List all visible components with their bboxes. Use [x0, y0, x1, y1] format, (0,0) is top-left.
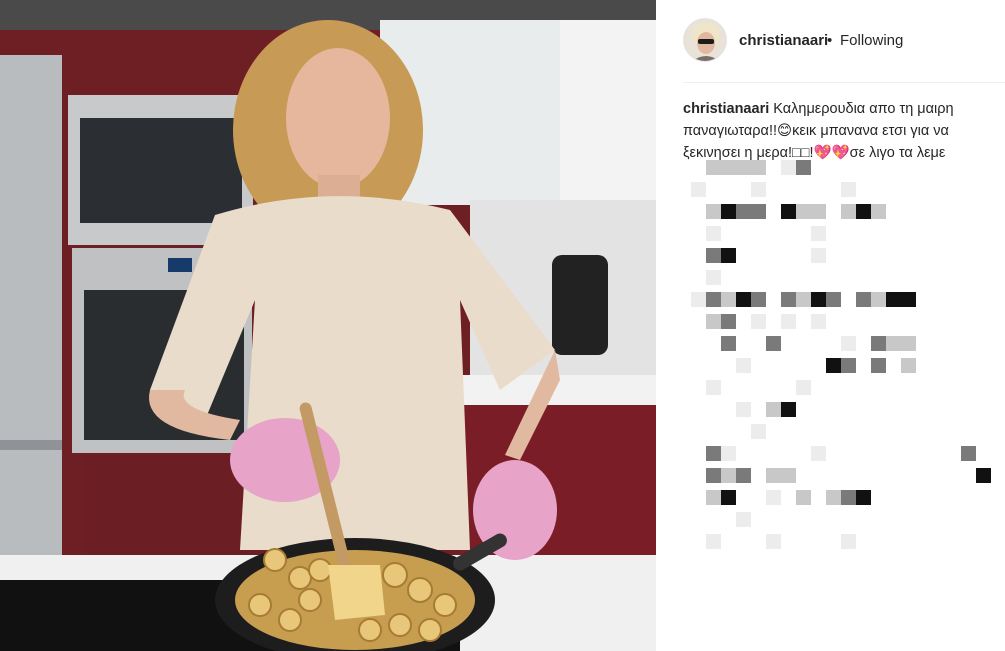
post-sidebar: christianaari • Following christianaari Κ… [656, 0, 1005, 651]
pixel-block [961, 446, 976, 461]
pixel-block [841, 336, 856, 351]
pixel-block [706, 204, 721, 219]
pixel-block [691, 292, 706, 307]
pixel-block [766, 534, 781, 549]
pixel-block [706, 226, 721, 241]
pixel-block [736, 292, 751, 307]
pixel-block [811, 314, 826, 329]
pixel-block [796, 160, 811, 175]
pixel-block [781, 402, 796, 417]
pixel-block [886, 292, 901, 307]
avatar[interactable] [683, 18, 727, 62]
pixel-block [706, 490, 721, 505]
separator-dot: • [827, 32, 833, 49]
pixel-block [751, 424, 766, 439]
pixel-block [841, 358, 856, 373]
username-link[interactable]: christianaari [739, 32, 828, 49]
pixel-block [841, 204, 856, 219]
pixel-block [781, 204, 796, 219]
pixel-block [886, 336, 901, 351]
pixel-block [796, 380, 811, 395]
pixel-block [901, 358, 916, 373]
pixel-block [856, 204, 871, 219]
pixel-block [871, 358, 886, 373]
pixel-block [751, 160, 766, 175]
pixel-block [691, 182, 706, 197]
pixel-block [871, 204, 886, 219]
pixel-block [721, 248, 736, 263]
pixel-block [901, 292, 916, 307]
pixel-block [751, 204, 766, 219]
pixel-block [721, 490, 736, 505]
pixel-block [856, 490, 871, 505]
pixel-block [811, 446, 826, 461]
pixel-block [826, 292, 841, 307]
pixel-block [811, 292, 826, 307]
kitchen-cooking-photo-icon [0, 0, 656, 651]
pixelated-comments-area [656, 160, 1005, 651]
pixel-block [721, 160, 736, 175]
pixel-block [706, 270, 721, 285]
caption-username[interactable]: christianaari [683, 101, 769, 117]
pixel-block [841, 490, 856, 505]
header-divider [683, 82, 1005, 83]
pixel-block [706, 292, 721, 307]
pixel-block [721, 292, 736, 307]
pixel-block [826, 358, 841, 373]
pixel-block [706, 468, 721, 483]
pixel-block [841, 534, 856, 549]
pixel-block [721, 204, 736, 219]
pixel-block [751, 314, 766, 329]
pixel-block [706, 446, 721, 461]
pixel-block [766, 402, 781, 417]
pixel-block [706, 380, 721, 395]
pixel-block [706, 248, 721, 263]
pixel-block [721, 446, 736, 461]
pixel-block [721, 336, 736, 351]
pixel-block [901, 336, 916, 351]
pixel-block [796, 292, 811, 307]
pixel-block [751, 292, 766, 307]
post-caption: christianaari Καλημερουδια απο τη μαιρη π… [683, 98, 983, 164]
pixel-block [706, 160, 721, 175]
pixel-block [766, 336, 781, 351]
pixel-block [781, 468, 796, 483]
pixel-block [781, 160, 796, 175]
post-header: christianaari • Following [656, 0, 1005, 82]
pixel-block [811, 248, 826, 263]
pixel-block [811, 204, 826, 219]
pixel-block [841, 182, 856, 197]
pixel-block [751, 182, 766, 197]
pixel-block [721, 314, 736, 329]
follow-status-button[interactable]: Following [840, 32, 903, 49]
pixel-block [781, 292, 796, 307]
pixel-block [736, 402, 751, 417]
profile-picture-icon [684, 19, 726, 61]
pixel-block [976, 468, 991, 483]
pixel-block [781, 314, 796, 329]
pixel-block [871, 292, 886, 307]
pixel-block [706, 314, 721, 329]
post-photo[interactable] [0, 0, 656, 651]
pixel-block [736, 512, 751, 527]
pixel-block [766, 468, 781, 483]
pixel-block [736, 204, 751, 219]
pixel-block [826, 490, 841, 505]
pixel-block [736, 468, 751, 483]
pixel-block [856, 292, 871, 307]
pixel-block [721, 468, 736, 483]
pixel-block [796, 490, 811, 505]
pixel-block [871, 336, 886, 351]
pixel-block [736, 358, 751, 373]
pixel-block [736, 160, 751, 175]
pixel-block [766, 490, 781, 505]
pixel-block [706, 534, 721, 549]
pixel-block [811, 226, 826, 241]
pixel-block [796, 204, 811, 219]
